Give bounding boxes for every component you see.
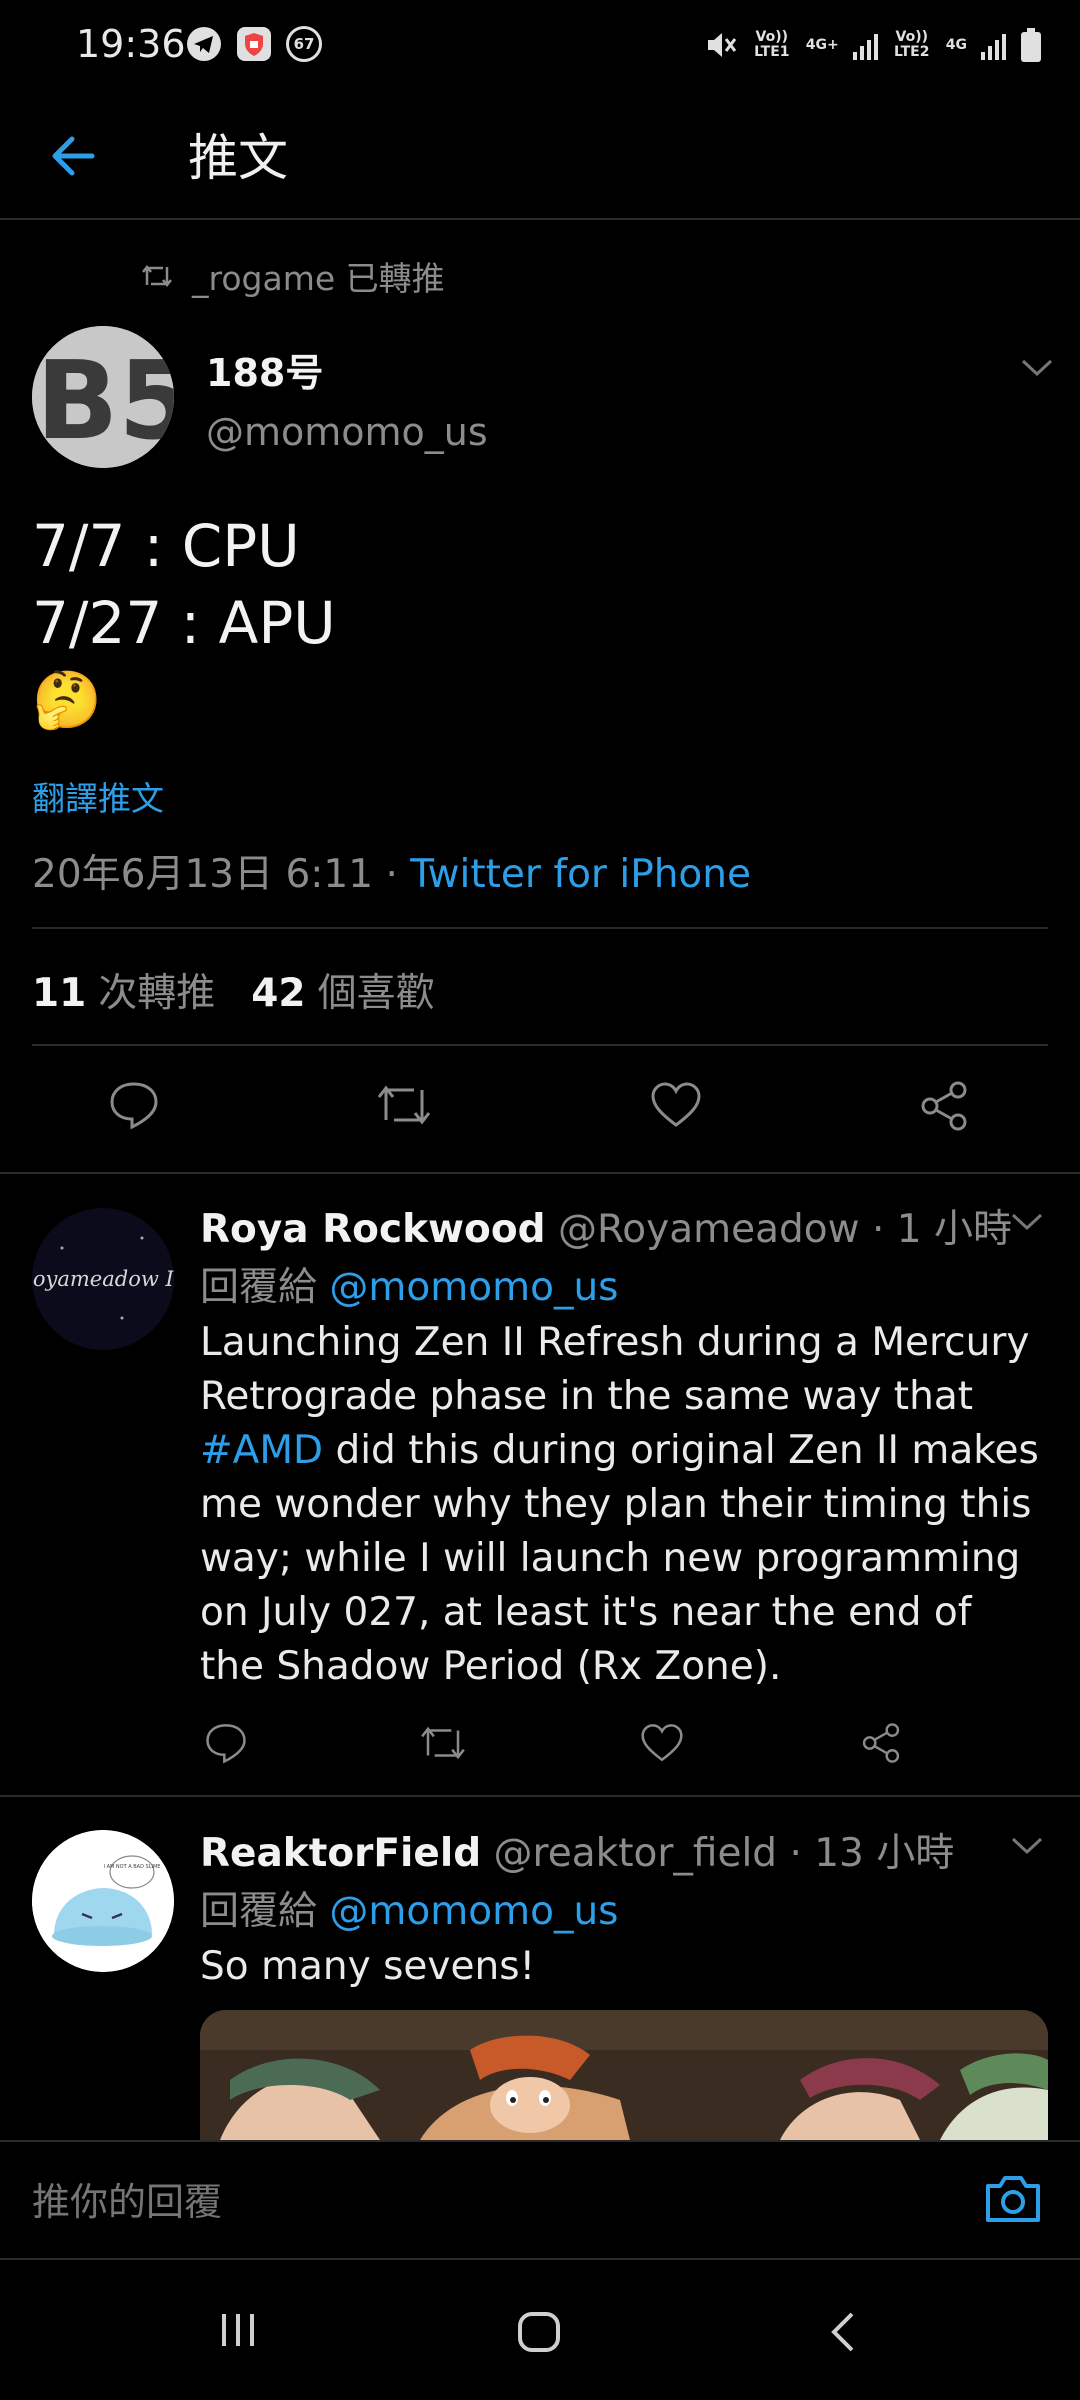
share-icon[interactable]	[918, 1080, 970, 1132]
reply-compose-bar	[0, 2140, 1080, 2260]
avatar-image: Royameadow IV	[32, 1208, 174, 1350]
reply-text-part: Launching Zen II Refresh during a Mercur…	[200, 1320, 1030, 1419]
tweet-line: 7/7 : CPU	[32, 512, 300, 580]
seven-dwarfs-image	[200, 2010, 1048, 2140]
avatar[interactable]: I AM NOT A BAD SLIME	[32, 1830, 174, 1972]
tweet-stats: 11 次轉推 42 個喜歡	[32, 962, 435, 1018]
battery-icon	[1021, 28, 1041, 62]
reply-icon[interactable]	[108, 1080, 160, 1130]
system-navigation-bar	[0, 2262, 1080, 2400]
reply-to-mention[interactable]: @momomo_us	[329, 1265, 618, 1310]
recent-apps-icon[interactable]	[216, 2308, 260, 2352]
divider	[32, 1044, 1048, 1046]
sim1-label: Vo)) LTE1	[754, 29, 790, 60]
reply-to-line: 回覆給 @momomo_us	[200, 1256, 619, 1312]
avatar[interactable]: Royameadow IV	[32, 1208, 174, 1350]
reply-to-mention[interactable]: @momomo_us	[329, 1889, 618, 1934]
reply-to-line: 回覆給 @momomo_us	[200, 1880, 619, 1936]
reply-to-prefix: 回覆給	[200, 1265, 330, 1310]
avatar[interactable]: B5	[32, 326, 174, 468]
tweet-line: 7/27 : APU	[32, 589, 336, 657]
retweeted-by-label: _rogame 已轉推	[192, 259, 445, 298]
signal-icon	[981, 30, 1006, 60]
retweet-icon	[142, 264, 172, 288]
reply-media-image[interactable]	[200, 2010, 1048, 2140]
reply-icon[interactable]	[204, 1722, 248, 1764]
signal-icon	[852, 30, 878, 60]
top-app-bar: 推文	[0, 90, 1080, 220]
tweet-meta: 20年6月13日 6:11 · Twitter for iPhone	[32, 843, 751, 899]
mute-icon	[707, 33, 736, 57]
sim2-net: 4G	[945, 36, 967, 53]
author-display-name[interactable]: 188号	[206, 342, 323, 397]
like-count: 42	[251, 971, 306, 1016]
reply-actions	[0, 1722, 1080, 1782]
retweet-icon[interactable]	[374, 1080, 434, 1130]
chevron-down-icon[interactable]	[1010, 1212, 1044, 1232]
retweet-count: 11	[32, 971, 87, 1016]
retweet-icon[interactable]	[418, 1722, 468, 1764]
reply-author-name[interactable]: ReaktorField	[200, 1831, 481, 1876]
home-icon[interactable]	[516, 2308, 564, 2356]
reply-text-part: did this during original Zen II makes me…	[200, 1428, 1039, 1689]
source-link[interactable]: Twitter for iPhone	[410, 852, 751, 897]
retweet-stat[interactable]: 11 次轉推	[32, 962, 215, 1018]
tweet-text: 7/7 : CPU 7/27 : APU 🤔	[32, 508, 336, 739]
like-heart-icon[interactable]	[650, 1080, 702, 1130]
avatar-image: I AM NOT A BAD SLIME	[32, 1830, 174, 1972]
divider	[32, 927, 1048, 929]
reply-header: Roya Rockwood @Royameadow · 1 小時	[200, 1198, 1012, 1254]
author-handle[interactable]: @momomo_us	[206, 410, 488, 454]
status-bar: 19:36 67 Vo)) LTE1 4G+ Vo)) LTE2 4G	[0, 0, 1080, 90]
avatar-image: B5	[32, 326, 174, 468]
reply-text: Launching Zen II Refresh during a Mercur…	[200, 1316, 1040, 1694]
app-shield-icon	[237, 27, 271, 61]
like-heart-icon[interactable]	[640, 1722, 684, 1764]
divider	[0, 1172, 1080, 1174]
thinking-face-emoji: 🤔	[32, 668, 102, 733]
reply-input[interactable]	[32, 2180, 932, 2224]
tweet-actions	[0, 1080, 1080, 1140]
timestamp: 20年6月13日 6:11 ·	[32, 852, 411, 897]
reply-author-name[interactable]: Roya Rockwood	[200, 1207, 546, 1252]
retweet-context[interactable]: _rogame 已轉推	[140, 252, 445, 300]
back-nav-icon[interactable]	[826, 2308, 860, 2356]
camera-icon[interactable]	[984, 2172, 1042, 2226]
status-time: 19:36	[76, 22, 186, 66]
like-stat[interactable]: 42 個喜歡	[251, 962, 434, 1018]
reply-handle-time: @Royameadow · 1 小時	[545, 1207, 1012, 1252]
like-label: 個喜歡	[317, 971, 435, 1016]
reply-handle-time: @reaktor_field · 13 小時	[481, 1831, 955, 1876]
status-right: Vo)) LTE1 4G+ Vo)) LTE2 4G	[704, 20, 1042, 70]
chevron-down-icon[interactable]	[1020, 358, 1054, 378]
divider	[0, 1795, 1080, 1797]
reply-header: ReaktorField @reaktor_field · 13 小時	[200, 1822, 954, 1878]
reply-text: So many sevens!	[200, 1944, 536, 1989]
hashtag-link[interactable]: #AMD	[200, 1428, 323, 1473]
notification-count-icon: 67	[286, 26, 322, 62]
chevron-down-icon[interactable]	[1010, 1836, 1044, 1856]
sim2-label: Vo)) LTE2	[894, 29, 930, 60]
telegram-icon	[187, 27, 221, 61]
sim1-net: 4G+	[805, 36, 839, 53]
reply-to-prefix: 回覆給	[200, 1889, 330, 1934]
avatar-logo-text: Royameadow IV	[32, 1267, 174, 1291]
retweet-label: 次轉推	[98, 971, 216, 1016]
page-title: 推文	[188, 129, 288, 187]
speech-bubble-text: I AM NOT A BAD SLIME	[104, 1864, 161, 1870]
back-arrow-icon[interactable]	[44, 126, 104, 186]
share-icon[interactable]	[860, 1722, 902, 1764]
translate-tweet-link[interactable]: 翻譯推文	[32, 772, 164, 820]
svg-text:B5: B5	[36, 339, 174, 464]
